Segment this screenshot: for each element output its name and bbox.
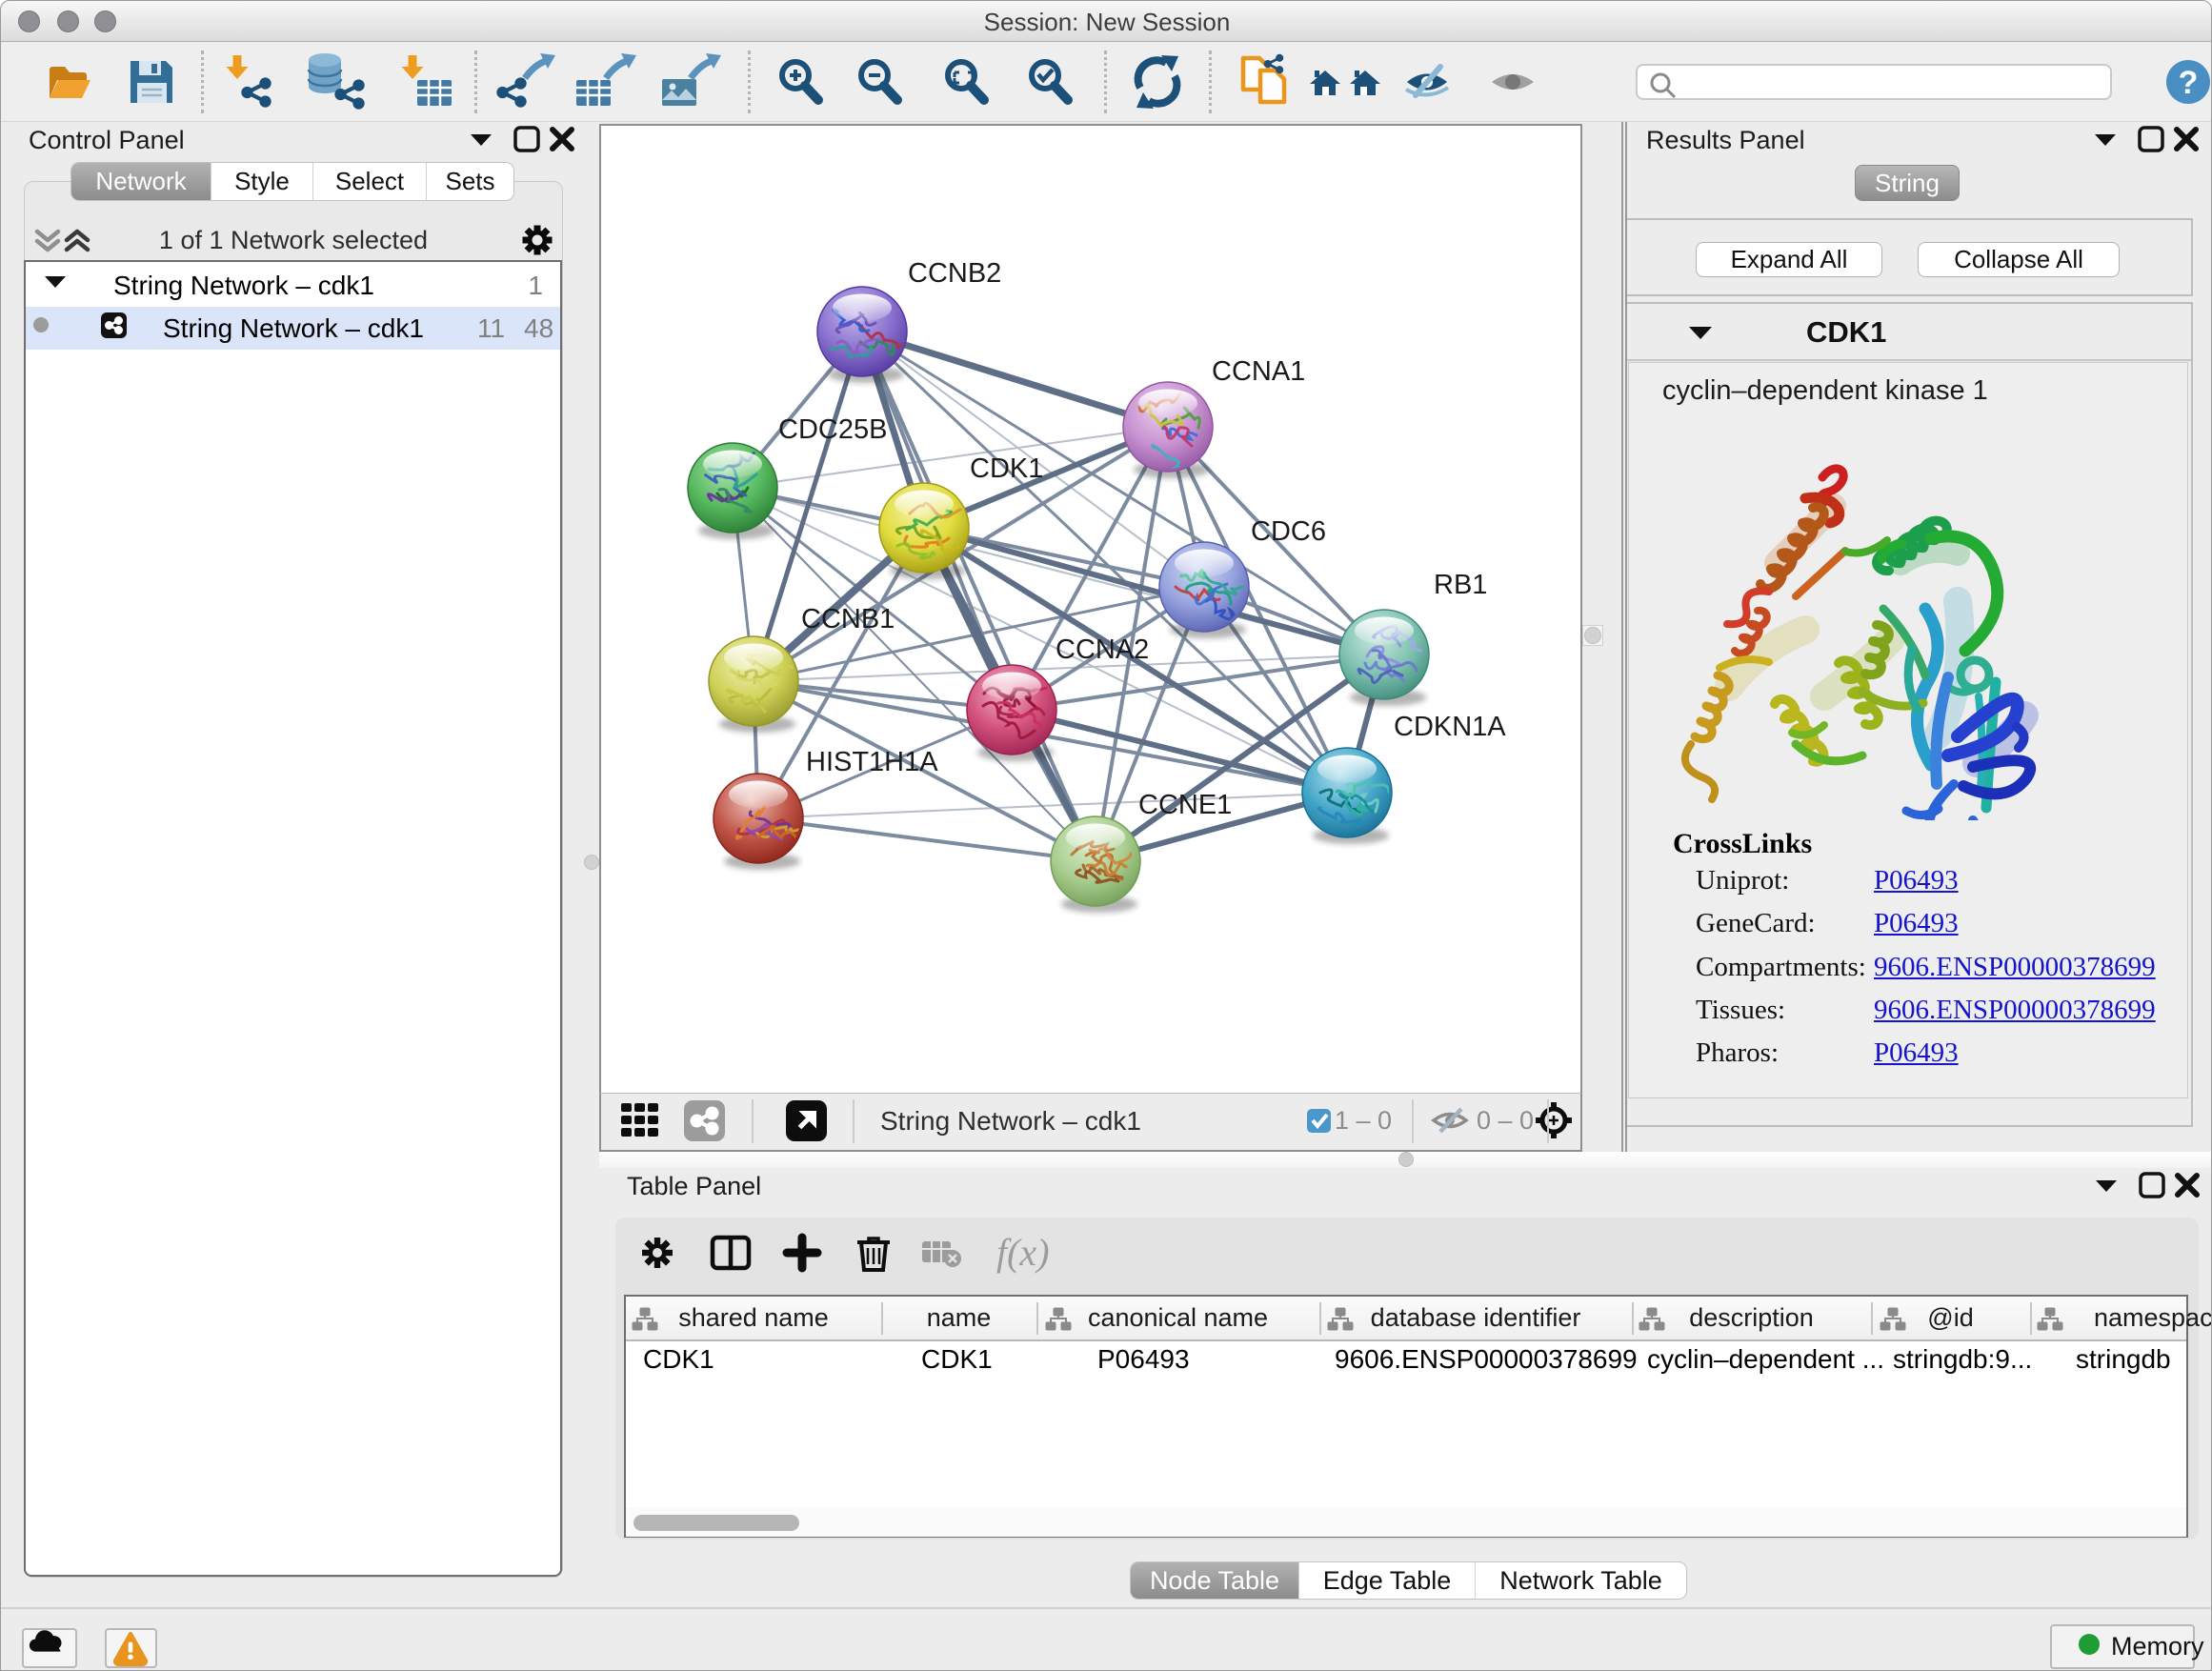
svg-text:?: ? <box>2179 65 2199 101</box>
svg-text:HIST1H1A: HIST1H1A <box>806 747 938 777</box>
svg-text:CDC25B: CDC25B <box>778 414 887 445</box>
svg-text:CDKN1A: CDKN1A <box>1394 712 1506 742</box>
svg-text:CDC6: CDC6 <box>1251 516 1326 547</box>
svg-text:CCNA2: CCNA2 <box>1056 634 1149 665</box>
svg-text:CDK1: CDK1 <box>970 453 1043 484</box>
svg-text:CCNB1: CCNB1 <box>801 604 895 634</box>
svg-text:CCNE1: CCNE1 <box>1138 790 1232 820</box>
svg-text:CCNB2: CCNB2 <box>908 258 1001 289</box>
svg-text:CCNA1: CCNA1 <box>1212 356 1305 387</box>
svg-text:RB1: RB1 <box>1434 570 1487 600</box>
svg-text:f(x): f(x) <box>996 1231 1050 1274</box>
